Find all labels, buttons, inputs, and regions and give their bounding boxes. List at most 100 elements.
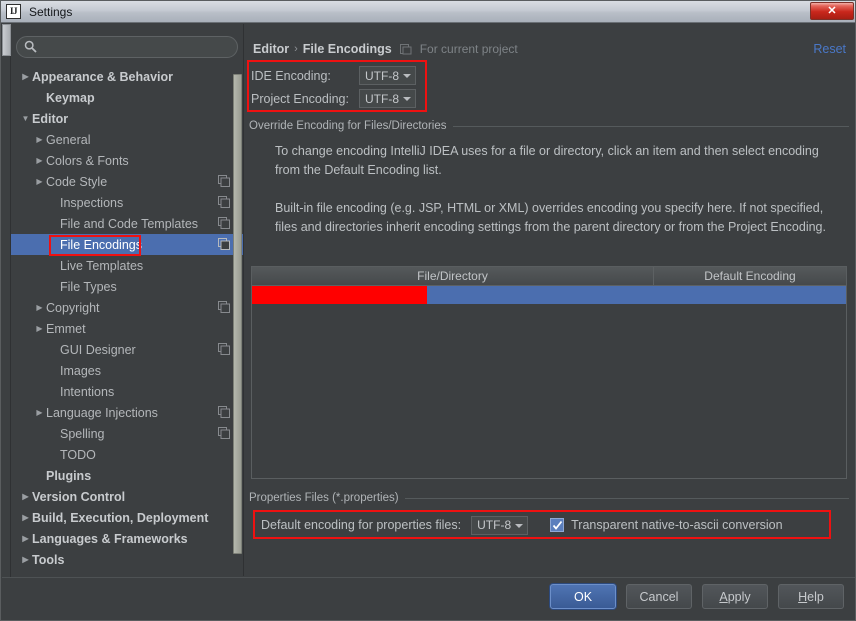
window-vertical-scrollbar[interactable] — [2, 24, 11, 620]
chevron-right-icon[interactable]: ▶ — [19, 507, 32, 528]
sidebar-item-plugins[interactable]: ▶Plugins — [11, 465, 243, 486]
sidebar-item-label: Tools — [32, 552, 65, 567]
native-to-ascii-checkbox-row[interactable]: Transparent native-to-ascii conversion — [550, 518, 783, 532]
sidebar-item-label: Languages & Frameworks — [32, 531, 188, 546]
table-row[interactable] — [252, 286, 846, 304]
sidebar-item-label: File Encodings — [60, 237, 142, 252]
sidebar-item-editor[interactable]: ▼ Editor — [11, 108, 243, 129]
native-to-ascii-checkbox[interactable] — [550, 518, 565, 532]
settings-sidebar: ▶Appearance & Behavior▶Keymap▼Editor▶Gen… — [11, 24, 244, 576]
sidebar-item-code-style[interactable]: ▶ Code Style — [11, 171, 243, 192]
encoding-settings-block: IDE Encoding: UTF-8 Project Encoding: UT… — [251, 64, 431, 111]
sidebar-item-label: Keymap — [46, 90, 95, 105]
redacted-file-path-cell — [252, 286, 427, 304]
module-scope-icon — [218, 175, 230, 187]
ide-encoding-dropdown[interactable]: UTF-8 — [359, 66, 416, 85]
sidebar-item-general[interactable]: ▶ General — [11, 129, 243, 150]
sidebar-item-file-encodings[interactable]: ▶File Encodings — [11, 234, 243, 255]
sidebar-item-build-execution-deployment[interactable]: ▶ Build, Execution, Deployment — [11, 507, 243, 528]
sidebar-item-version-control[interactable]: ▶ Version Control — [11, 486, 243, 507]
close-icon[interactable]: ✕ — [810, 2, 854, 20]
ide-encoding-row: IDE Encoding: UTF-8 — [251, 64, 431, 87]
sidebar-item-todo[interactable]: ▶TODO — [11, 444, 243, 465]
sidebar-item-label: Copyright — [46, 300, 100, 315]
search-input[interactable] — [16, 36, 238, 58]
module-scope-icon — [218, 301, 230, 313]
window-titlebar: IJ Settings ✕ — [1, 1, 855, 23]
column-header-default-encoding[interactable]: Default Encoding — [654, 267, 846, 285]
sidebar-item-gui-designer[interactable]: ▶GUI Designer — [11, 339, 243, 360]
sidebar-item-images[interactable]: ▶Images — [11, 360, 243, 381]
reset-link[interactable]: Reset — [813, 42, 846, 56]
sidebar-item-copyright[interactable]: ▶ Copyright — [11, 297, 243, 318]
sidebar-item-label: Spelling — [60, 426, 105, 441]
window-scrollbar-thumb[interactable] — [2, 24, 11, 56]
project-encoding-dropdown[interactable]: UTF-8 — [359, 89, 416, 108]
native-to-ascii-label: Transparent native-to-ascii conversion — [571, 518, 783, 532]
chevron-right-icon[interactable]: ▶ — [33, 402, 46, 423]
window-title: Settings — [29, 4, 73, 19]
ok-button[interactable]: OK — [550, 584, 616, 609]
help-button[interactable]: Help — [778, 584, 844, 609]
sidebar-item-appearance-behavior[interactable]: ▶ Appearance & Behavior — [11, 66, 243, 87]
override-description: To change encoding IntelliJ IDEA uses fo… — [275, 142, 835, 237]
settings-dialog: IJ Settings ✕ ▶Appearance & Behavior▶Key… — [0, 0, 856, 621]
column-header-file-directory[interactable]: File/Directory — [252, 267, 654, 285]
chevron-right-icon[interactable]: ▶ — [33, 129, 46, 150]
sidebar-item-tools[interactable]: ▶ Tools — [11, 549, 243, 570]
cancel-button[interactable]: Cancel — [626, 584, 692, 609]
dialog-footer: OK Cancel Apply Help — [2, 577, 855, 620]
sidebar-item-file-and-code-templates[interactable]: ▶File and Code Templates — [11, 213, 243, 234]
override-encoding-table[interactable]: File/Directory Default Encoding — [251, 266, 847, 479]
sidebar-item-label: Live Templates — [60, 258, 144, 273]
sidebar-vertical-scrollbar[interactable] — [233, 74, 242, 564]
sidebar-item-colors-fonts[interactable]: ▶ Colors & Fonts — [11, 150, 243, 171]
sidebar-item-label: Appearance & Behavior — [32, 69, 174, 84]
breadcrumb-parent[interactable]: Editor — [253, 42, 289, 56]
file-encodings-panel: Editor › File Encodings For current proj… — [245, 24, 855, 576]
module-scope-icon — [218, 406, 230, 418]
sidebar-item-label: General — [46, 132, 91, 147]
chevron-right-icon[interactable]: ▶ — [33, 171, 46, 192]
override-paragraph-1: To change encoding IntelliJ IDEA uses fo… — [275, 144, 819, 177]
breadcrumb-separator: › — [294, 43, 298, 55]
table-header-row: File/Directory Default Encoding — [252, 267, 846, 286]
chevron-right-icon[interactable]: ▶ — [19, 528, 32, 549]
sidebar-item-spelling[interactable]: ▶Spelling — [11, 423, 243, 444]
chevron-right-icon[interactable]: ▶ — [19, 549, 32, 570]
chevron-down-icon — [403, 74, 411, 78]
chevron-down-icon[interactable]: ▼ — [19, 108, 32, 129]
sidebar-item-label: Editor — [32, 111, 69, 126]
sidebar-item-inspections[interactable]: ▶Inspections — [11, 192, 243, 213]
apply-button[interactable]: Apply — [702, 584, 768, 609]
sidebar-item-label: Language Injections — [46, 405, 158, 420]
breadcrumb-scope-note: For current project — [419, 42, 518, 56]
sidebar-item-keymap[interactable]: ▶Keymap — [11, 87, 243, 108]
search-field-wrapper — [16, 36, 238, 58]
chevron-right-icon[interactable]: ▶ — [33, 318, 46, 339]
sidebar-item-language-injections[interactable]: ▶ Language Injections — [11, 402, 243, 423]
sidebar-item-live-templates[interactable]: ▶Live Templates — [11, 255, 243, 276]
sidebar-scrollbar-thumb[interactable] — [233, 74, 242, 554]
group-divider — [404, 497, 849, 499]
intellij-logo-icon: IJ — [6, 4, 21, 19]
chevron-right-icon[interactable]: ▶ — [19, 486, 32, 507]
sidebar-item-intentions[interactable]: ▶Intentions — [11, 381, 243, 402]
properties-encoding-dropdown[interactable]: UTF-8 — [471, 515, 529, 535]
sidebar-item-label: File and Code Templates — [60, 216, 199, 231]
project-encoding-label: Project Encoding: — [251, 91, 349, 106]
module-scope-icon — [218, 196, 230, 208]
group-divider — [452, 125, 849, 127]
sidebar-item-emmet[interactable]: ▶ Emmet — [11, 318, 243, 339]
project-encoding-row: Project Encoding: UTF-8 — [251, 87, 431, 110]
sidebar-item-label: Code Style — [46, 174, 108, 189]
chevron-right-icon[interactable]: ▶ — [19, 66, 32, 87]
sidebar-item-file-types[interactable]: ▶File Types — [11, 276, 243, 297]
chevron-right-icon[interactable]: ▶ — [33, 150, 46, 171]
sidebar-item-label: Images — [60, 363, 101, 378]
chevron-right-icon[interactable]: ▶ — [33, 297, 46, 318]
sidebar-item-label: Version Control — [32, 489, 126, 504]
sidebar-item-languages-frameworks[interactable]: ▶ Languages & Frameworks — [11, 528, 243, 549]
project-scope-icon — [399, 44, 412, 55]
properties-encoding-row: Default encoding for properties files: U… — [261, 514, 849, 536]
